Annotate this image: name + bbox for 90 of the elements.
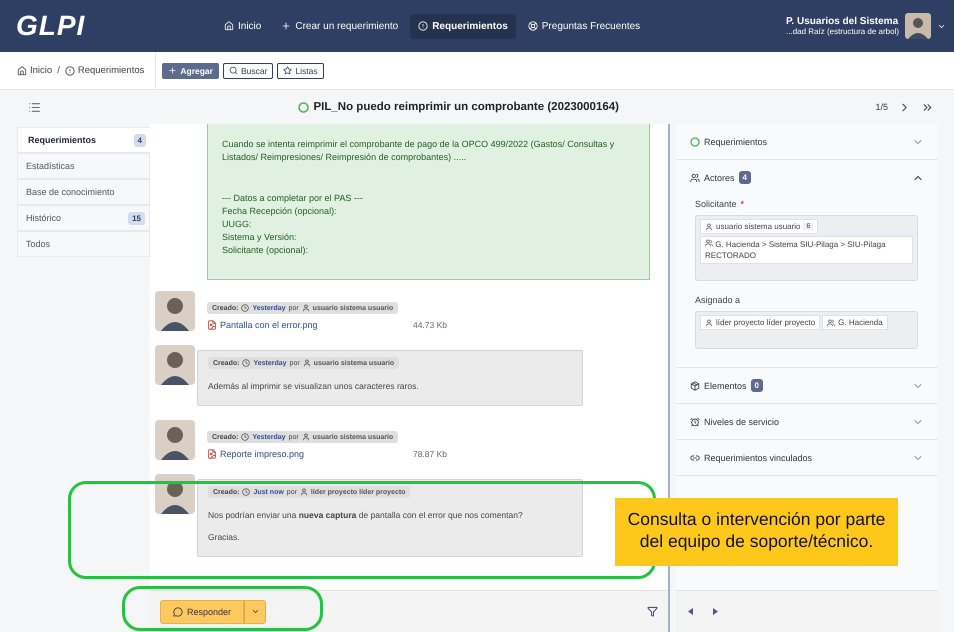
image-file-icon bbox=[207, 320, 217, 330]
filter-icon bbox=[647, 606, 658, 617]
actor-field[interactable]: líder proyecto líder proyecto G. Hacienda bbox=[695, 311, 918, 349]
description-line: UUGG: bbox=[222, 218, 253, 231]
tab-count: 4 bbox=[134, 134, 146, 146]
nav-icon bbox=[528, 21, 538, 31]
user-name: P. Usuarios del Sistema bbox=[786, 16, 898, 27]
description-line: Solicitante (opcional): bbox=[222, 244, 310, 257]
nav-icon bbox=[281, 21, 292, 31]
previous-icon[interactable] bbox=[688, 608, 694, 615]
followup-text: Además al imprimir se visualizan unos caracteres raros. bbox=[208, 381, 419, 391]
clock-icon bbox=[242, 359, 250, 367]
tab[interactable]: Base de conocimiento bbox=[17, 179, 150, 205]
file-size: 78.87 Kb bbox=[412, 449, 447, 459]
pager-text: 1/5 bbox=[875, 102, 888, 112]
nav-item[interactable]: Preguntas Frecuentes bbox=[520, 14, 648, 38]
callout-note: Consulta o intervención por parte del equipo de soporte/técnico. bbox=[615, 498, 898, 566]
list-icon bbox=[28, 100, 41, 114]
nav-item[interactable]: Inicio bbox=[216, 14, 270, 38]
group-icon bbox=[827, 318, 836, 326]
description-line: Sistema y Versión: bbox=[222, 231, 298, 244]
clock-icon bbox=[242, 488, 250, 496]
actor-chip: G. Hacienda bbox=[822, 315, 888, 330]
clock-icon bbox=[241, 304, 250, 312]
breadcrumb-icon bbox=[64, 66, 75, 76]
tab[interactable]: Histórico 15 bbox=[17, 205, 150, 231]
nav-icon bbox=[224, 21, 234, 31]
clock-icon bbox=[241, 433, 250, 441]
action-icon bbox=[168, 66, 178, 75]
actor-chip: G. Hacienda > Sistema SIU-Pilaga > SIU-Pilaga RECTORADO bbox=[700, 236, 913, 264]
file-link[interactable]: Pantalla con el error.png bbox=[207, 320, 413, 330]
section-header[interactable]: Niveles de servicio bbox=[676, 404, 938, 439]
file-size: 44.73 Kb bbox=[412, 320, 447, 330]
avatar-figure bbox=[155, 474, 195, 514]
nav-item[interactable]: Crear un requerimiento bbox=[273, 14, 406, 38]
tab[interactable]: Estadísticas bbox=[17, 153, 150, 179]
tab-count: 15 bbox=[128, 212, 145, 224]
logo[interactable]: GLPI bbox=[16, 10, 216, 42]
nav-icon bbox=[418, 21, 428, 31]
tab[interactable]: Todos bbox=[17, 231, 150, 257]
section-count: 0 bbox=[750, 379, 763, 392]
description-line: Cuando se intenta reimprimir el comprobante de pago de la OPCO 499/2022 (Gastos/ Consultas y Listados/ Reimpresiones/ Reimpresión de comprobantes) ..... bbox=[222, 138, 616, 164]
comment-icon bbox=[173, 606, 183, 616]
section-header[interactable]: Requerimientos bbox=[676, 124, 938, 159]
file-link[interactable]: Reporte impreso.png bbox=[207, 449, 413, 459]
section-count: 4 bbox=[738, 171, 751, 184]
breadcrumb-separator: / bbox=[57, 65, 60, 76]
avatar-figure bbox=[155, 420, 195, 460]
user-icon bbox=[302, 359, 311, 367]
ticket-title: PIL_No puedo reimprimir un comprobante (2023000164) bbox=[314, 101, 619, 113]
status-icon bbox=[690, 136, 700, 146]
action-icon bbox=[228, 66, 238, 75]
user-icon bbox=[300, 488, 308, 496]
actor-chip: líder proyecto líder proyecto bbox=[700, 315, 820, 330]
avatar-figure bbox=[155, 345, 195, 385]
action-button[interactable]: Buscar bbox=[222, 62, 274, 78]
section-icon bbox=[690, 416, 700, 426]
section-icon bbox=[690, 452, 700, 462]
action-button[interactable]: Agregar bbox=[162, 62, 219, 78]
breadcrumb-link[interactable]: Inicio bbox=[17, 65, 52, 76]
tab[interactable]: Requerimientos 4 bbox=[17, 127, 150, 153]
breadcrumb-icon bbox=[17, 66, 27, 76]
section-header[interactable]: Elementos 0 bbox=[676, 368, 938, 403]
avatar-figure bbox=[155, 291, 195, 331]
user-icon bbox=[302, 433, 310, 441]
caret-icon bbox=[250, 607, 260, 616]
user-icon bbox=[705, 222, 713, 230]
group-icon bbox=[705, 239, 713, 247]
actor-label: Solicitante * bbox=[695, 199, 746, 209]
section-header[interactable]: Actores 4 bbox=[676, 160, 938, 195]
action-button[interactable]: Listas bbox=[277, 62, 324, 78]
status-icon bbox=[298, 102, 308, 112]
actor-label: Asignado a bbox=[695, 295, 742, 305]
breadcrumb-link[interactable]: Requerimientos bbox=[64, 65, 144, 76]
user-icon bbox=[705, 318, 713, 326]
section-header[interactable]: Requerimientos vinculados bbox=[676, 440, 938, 475]
description-line: --- Datos a completar por el PAS --- bbox=[222, 192, 364, 205]
section-icon bbox=[690, 172, 700, 182]
user-entity: ...dad Raíz (estructura de arbol) bbox=[786, 27, 899, 36]
reply-button[interactable]: Responder bbox=[160, 600, 244, 624]
avatar-icon[interactable] bbox=[905, 13, 931, 39]
section-icon bbox=[690, 380, 700, 390]
image-file-icon bbox=[207, 449, 217, 459]
user-icon bbox=[302, 304, 310, 312]
description-line: Fecha Recepción (opcional): bbox=[222, 205, 338, 218]
next-icon[interactable] bbox=[712, 608, 718, 615]
followup-text: Nos podrían enviar una nueva captura de pantalla con el error que nos comentan? bbox=[208, 510, 523, 520]
action-icon bbox=[283, 66, 292, 75]
nav-item[interactable]: Requerimientos bbox=[410, 14, 516, 38]
followup-text: Gracias. bbox=[208, 532, 240, 542]
